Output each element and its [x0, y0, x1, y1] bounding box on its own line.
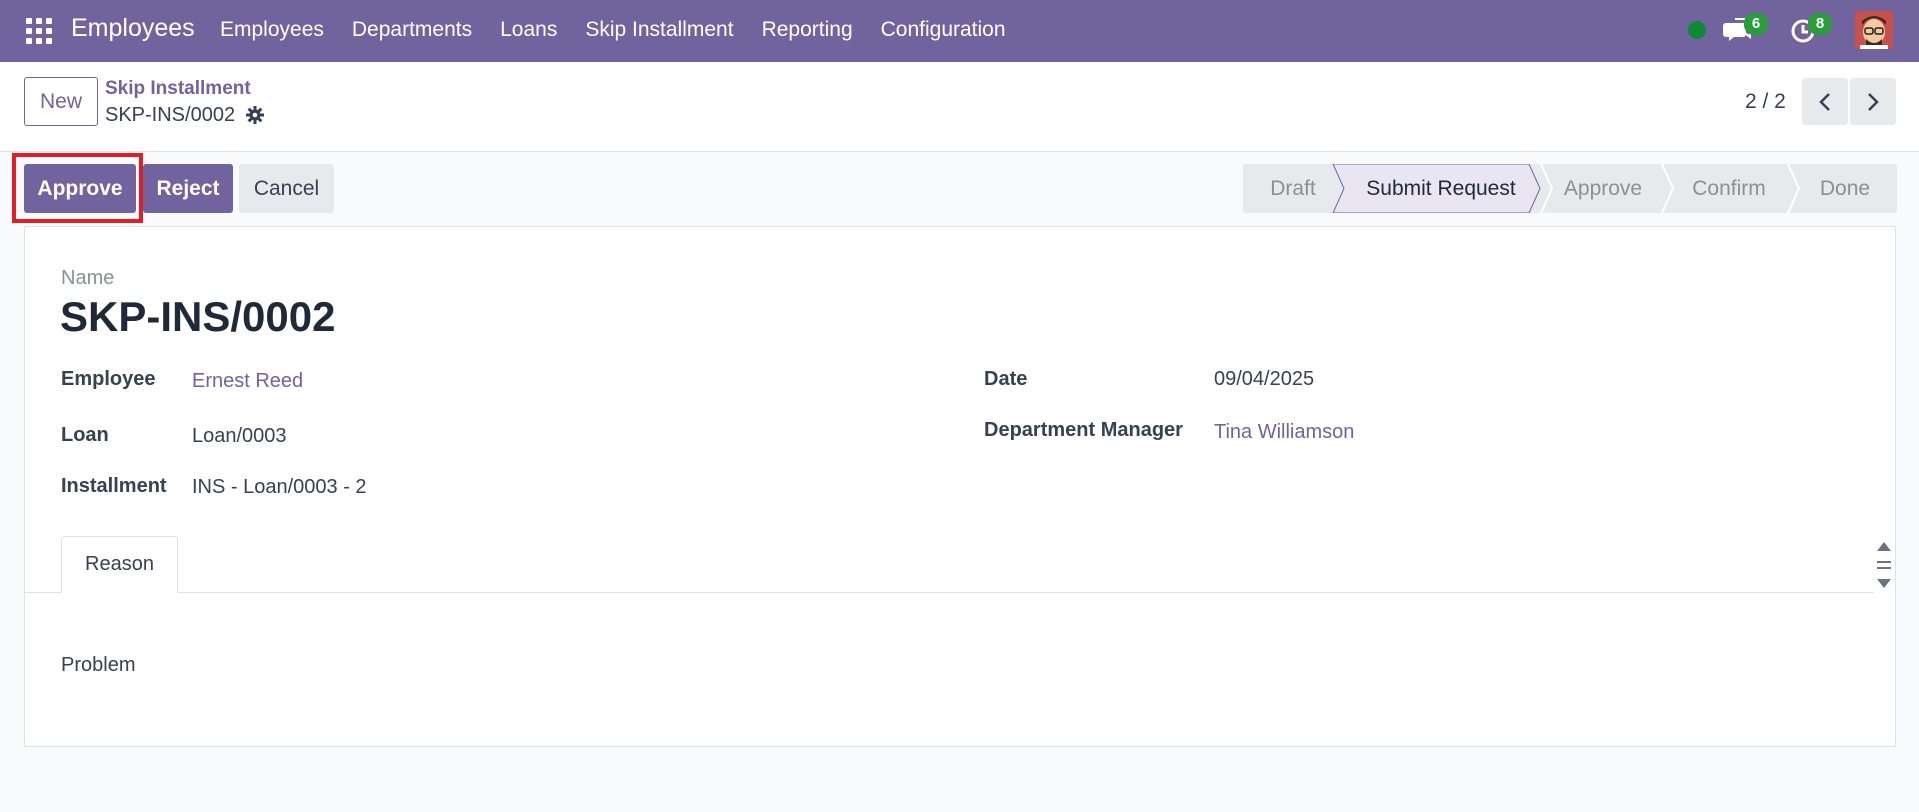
reject-button[interactable]: Reject: [143, 164, 233, 213]
pager-value[interactable]: 2 / 2: [1745, 90, 1786, 114]
menu-skip-installment[interactable]: Skip Installment: [585, 18, 733, 42]
record-name[interactable]: SKP-INS/0002: [60, 293, 335, 341]
pager-next-button[interactable]: [1850, 78, 1896, 125]
activities-badge: 8: [1808, 13, 1832, 35]
loan-field[interactable]: Loan/0003: [192, 425, 287, 448]
department-manager-label: Department Manager: [984, 419, 1183, 441]
chevron-right-icon: [1868, 92, 1879, 111]
date-label: Date: [984, 368, 1028, 390]
stage-draft[interactable]: Draft: [1243, 164, 1343, 213]
installment-label: Installment: [61, 475, 167, 497]
name-label: Name: [61, 267, 115, 289]
presence-dot-icon: [1688, 21, 1706, 39]
cancel-button[interactable]: Cancel: [239, 164, 334, 213]
loan-label: Loan: [61, 424, 109, 446]
reason-text[interactable]: Problem: [61, 654, 135, 677]
stage-approve[interactable]: Approve: [1543, 164, 1663, 213]
app-title[interactable]: Employees: [71, 14, 195, 43]
menu-employees[interactable]: Employees: [220, 18, 324, 42]
approve-button[interactable]: Approve: [24, 164, 136, 213]
resize-handle-icon[interactable]: [1875, 540, 1893, 590]
top-navbar: Employees Employees Departments Loans Sk…: [0, 0, 1919, 62]
main-menu: Employees Departments Loans Skip Install…: [220, 18, 1034, 42]
menu-loans[interactable]: Loans: [500, 18, 557, 42]
gear-icon[interactable]: [246, 106, 264, 124]
tab-reason[interactable]: Reason: [61, 536, 178, 593]
tabs-divider: [24, 592, 1874, 593]
employee-label: Employee: [61, 368, 156, 390]
employee-field[interactable]: Ernest Reed: [192, 370, 303, 393]
new-button[interactable]: New: [24, 77, 98, 126]
stage-submit-request[interactable]: Submit Request: [1343, 164, 1539, 213]
menu-configuration[interactable]: Configuration: [881, 18, 1006, 42]
stage-confirm[interactable]: Confirm: [1667, 164, 1791, 213]
installment-field[interactable]: INS - Loan/0003 - 2: [192, 476, 367, 499]
menu-departments[interactable]: Departments: [352, 18, 472, 42]
date-field[interactable]: 09/04/2025: [1214, 368, 1314, 391]
avatar[interactable]: [1855, 11, 1893, 49]
breadcrumb-current: SKP-INS/0002: [105, 104, 236, 126]
apps-grid-icon[interactable]: [26, 18, 52, 44]
menu-reporting[interactable]: Reporting: [762, 18, 853, 42]
breadcrumb-parent[interactable]: Skip Installment: [105, 78, 251, 100]
stage-done[interactable]: Done: [1793, 164, 1897, 213]
department-manager-field[interactable]: Tina Williamson: [1214, 421, 1354, 444]
chevron-left-icon: [1819, 92, 1830, 111]
control-panel: [0, 62, 1919, 152]
pager-previous-button[interactable]: [1802, 78, 1848, 125]
messages-badge: 6: [1744, 13, 1768, 35]
